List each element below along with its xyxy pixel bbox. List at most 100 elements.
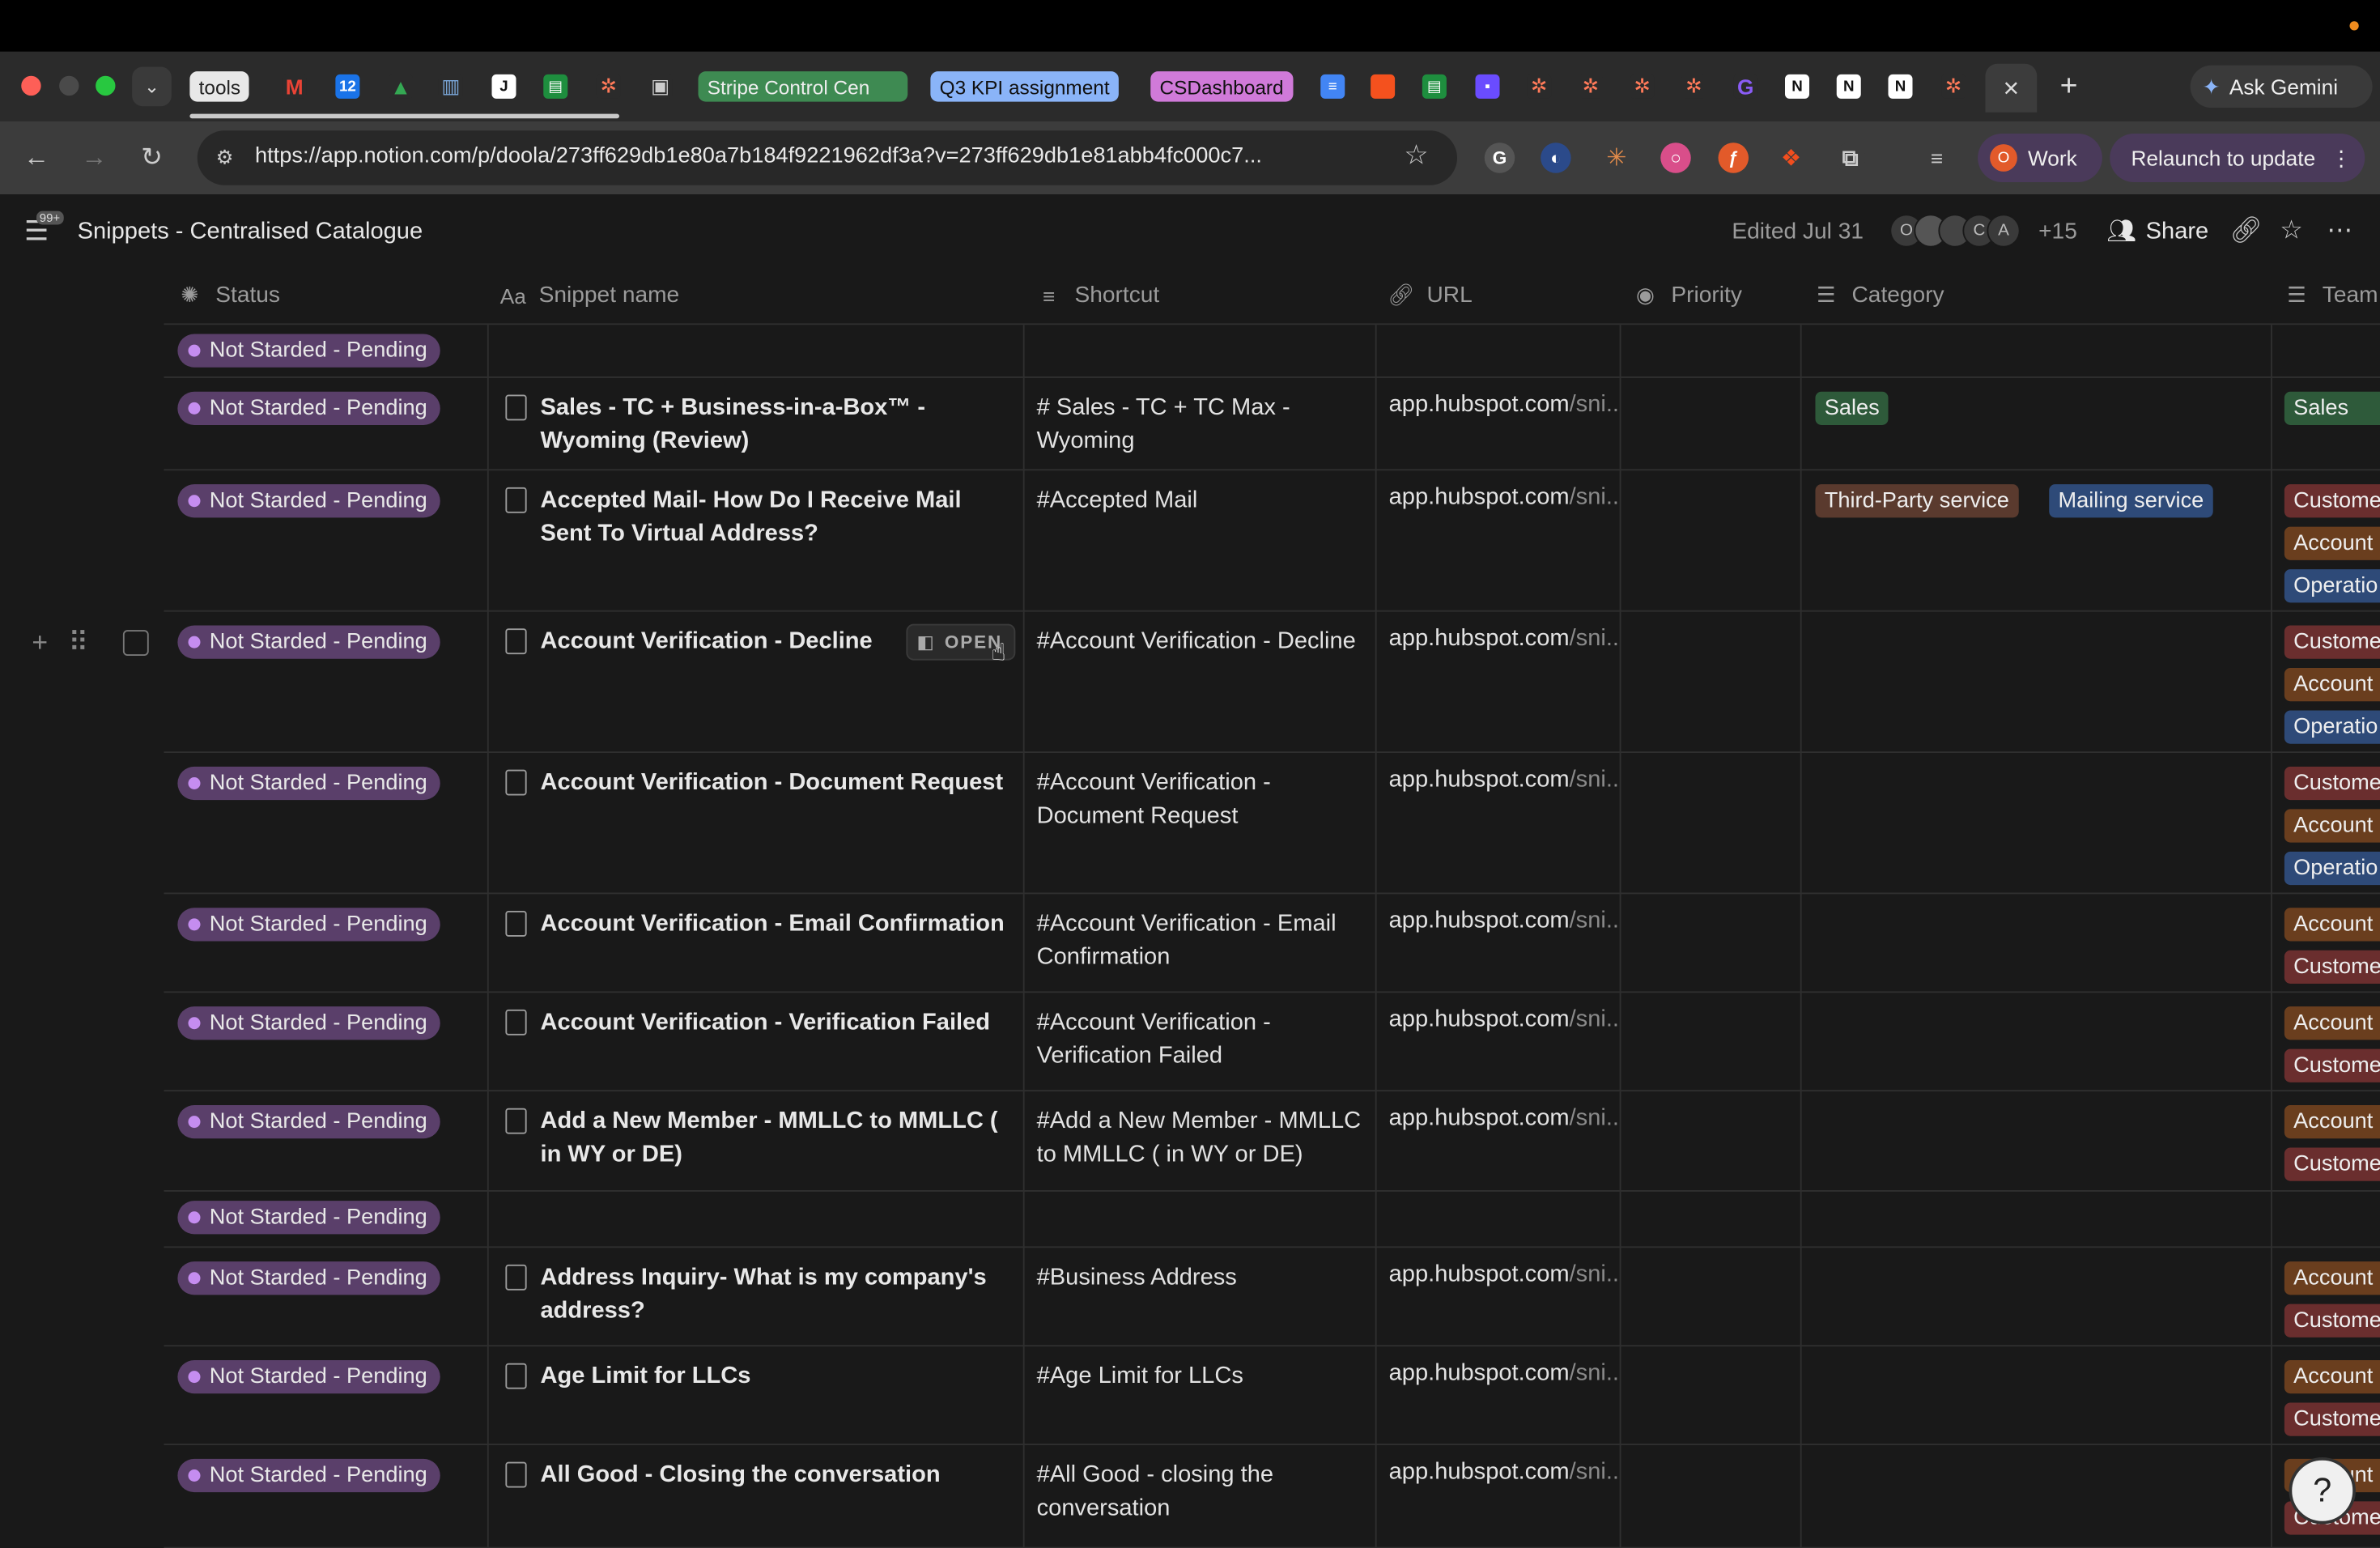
reading-list-icon[interactable]: ≡ bbox=[1921, 142, 1953, 173]
drag-handle-icon[interactable]: ⠿ bbox=[68, 627, 88, 658]
url-cell[interactable]: app.hubspot.com/sni.. bbox=[1389, 908, 1620, 935]
team-tag[interactable]: Operatio bbox=[2284, 710, 2380, 744]
team-tag[interactable]: Account bbox=[2284, 668, 2380, 702]
page-title[interactable]: Snippets - Centralised Catalogue bbox=[78, 219, 423, 246]
minimize-window-button[interactable] bbox=[59, 75, 79, 96]
status-tag[interactable]: Not Starded - Pending bbox=[177, 1458, 441, 1493]
more-collaborators-count[interactable]: +15 bbox=[2038, 219, 2077, 245]
bookmark-star-icon[interactable]: ☆ bbox=[1404, 140, 1428, 172]
table-row[interactable] bbox=[164, 325, 2380, 378]
shortcut-cell[interactable]: #Account Verification - Email Confirmati… bbox=[1037, 908, 1365, 975]
column-header-team[interactable]: ☰ Team bbox=[2283, 283, 2378, 308]
reload-button[interactable]: ↻ bbox=[134, 140, 170, 176]
team-tag[interactable]: Account bbox=[2284, 1105, 2380, 1139]
team-tag[interactable]: Operatio bbox=[2284, 569, 2380, 603]
favorite-star-icon[interactable]: ☆ bbox=[2280, 215, 2303, 246]
calendar-tab-icon[interactable]: 12 bbox=[335, 74, 360, 99]
notion-tab-icon[interactable]: N bbox=[1836, 74, 1861, 99]
site-info-icon[interactable]: ⚙ bbox=[210, 142, 240, 173]
slides-tab-icon[interactable] bbox=[1371, 74, 1396, 99]
status-tag[interactable]: Not Starded - Pending bbox=[177, 1006, 441, 1040]
shortcut-cell[interactable]: #All Good - closing the conversation bbox=[1037, 1459, 1365, 1526]
status-tag[interactable]: Not Starded - Pending bbox=[177, 766, 441, 801]
drive-tab-icon[interactable]: ▲ bbox=[389, 74, 413, 99]
url-cell[interactable]: app.hubspot.com/sni.. bbox=[1389, 484, 1620, 512]
gmail-tab-icon[interactable]: M bbox=[282, 74, 307, 99]
hubspot-tab-icon[interactable]: ✲ bbox=[1630, 74, 1655, 99]
tab-group-csdashboard[interactable]: CSDashboard bbox=[1150, 71, 1293, 102]
collaborator-avatars[interactable]: O C A bbox=[1889, 214, 2021, 248]
status-tag[interactable]: Not Starded - Pending bbox=[177, 391, 441, 425]
status-tag[interactable]: Not Starded - Pending bbox=[177, 1261, 441, 1295]
team-tag[interactable]: Custome bbox=[2284, 1303, 2380, 1337]
status-tag[interactable]: Not Starded - Pending bbox=[177, 484, 441, 518]
extension-grammarly-icon[interactable]: G bbox=[1484, 142, 1515, 173]
snippet-name[interactable]: Account Verification - Email Confirmatio… bbox=[541, 908, 1014, 941]
team-tag[interactable]: Custome bbox=[2284, 1048, 2380, 1082]
row-select-checkbox[interactable] bbox=[122, 630, 149, 656]
url-text[interactable]: https://app.notion.com/p/doola/273ff629d… bbox=[255, 144, 1386, 168]
snippet-name[interactable]: Account Verification - Verification Fail… bbox=[541, 1006, 1014, 1040]
relaunch-button[interactable]: Relaunch to update ⋮ bbox=[2110, 134, 2365, 182]
tab-search-button[interactable]: ⌄ bbox=[132, 66, 172, 107]
extension-claude-icon[interactable]: ✳ bbox=[1601, 142, 1632, 173]
hubspot-tab-icon[interactable]: ✲ bbox=[1527, 74, 1552, 99]
docs-tab-icon[interactable]: ≡ bbox=[1320, 74, 1345, 99]
column-header-url[interactable]: 🔗︎ URL bbox=[1388, 283, 1473, 308]
shortcut-cell[interactable]: #Account Verification - Decline bbox=[1037, 626, 1365, 659]
extension-icon[interactable]: ◐ bbox=[1541, 142, 1571, 173]
extension-figma-icon[interactable]: ❖ bbox=[1775, 142, 1807, 173]
snippet-name[interactable]: Account Verification - Document Request bbox=[541, 767, 1014, 800]
team-tag[interactable]: Custome bbox=[2284, 950, 2380, 984]
copy-link-icon[interactable]: 🔗︎ bbox=[2229, 215, 2262, 246]
column-header-status[interactable]: ✺ Status bbox=[176, 283, 280, 308]
url-cell[interactable]: app.hubspot.com/sni.. bbox=[1389, 392, 1620, 419]
column-header-snippet-name[interactable]: Aa Snippet name bbox=[499, 283, 680, 308]
shortcut-cell[interactable]: #Account Verification - Document Request bbox=[1037, 767, 1365, 834]
hubspot-tab-icon[interactable]: ✲ bbox=[596, 74, 621, 99]
tab-group-tools[interactable]: tools bbox=[189, 71, 250, 102]
new-tab-button[interactable]: + bbox=[2052, 68, 2085, 104]
analytics-tab-icon[interactable]: ▥ bbox=[438, 74, 463, 99]
status-tag[interactable]: Not Starded - Pending bbox=[177, 334, 441, 368]
tab-group-stripe[interactable]: Stripe Control Cen bbox=[698, 71, 908, 102]
snippet-name[interactable]: Age Limit for LLCs bbox=[541, 1360, 1014, 1393]
ask-gemini-button[interactable]: ✦ Ask Gemini bbox=[2190, 65, 2373, 108]
team-tag[interactable]: Operatio bbox=[2284, 851, 2380, 886]
shortcut-cell[interactable]: # Sales - TC + TC Max - Wyoming bbox=[1037, 392, 1365, 459]
table-row[interactable] bbox=[164, 1192, 2380, 1248]
team-tag[interactable]: Custome bbox=[2284, 766, 2380, 801]
notion-tab-icon[interactable]: N bbox=[1888, 74, 1913, 99]
url-cell[interactable]: app.hubspot.com/sni.. bbox=[1389, 1006, 1620, 1034]
clipboard-tab-icon[interactable]: ▣ bbox=[648, 74, 673, 99]
back-button[interactable]: ← bbox=[19, 140, 55, 176]
team-tag[interactable]: Account bbox=[2284, 809, 2380, 843]
extension-icon[interactable]: ƒ bbox=[1718, 142, 1749, 173]
sheets-tab-icon[interactable]: ▤ bbox=[1422, 74, 1447, 99]
maximize-window-button[interactable] bbox=[96, 75, 116, 96]
shortcut-cell[interactable]: #Business Address bbox=[1037, 1261, 1365, 1295]
jira-tab-icon[interactable]: J bbox=[491, 74, 516, 99]
url-cell[interactable]: app.hubspot.com/sni.. bbox=[1389, 1261, 1620, 1289]
forward-button[interactable]: → bbox=[76, 140, 113, 176]
team-tag[interactable]: Custome bbox=[2284, 1147, 2380, 1181]
status-tag[interactable]: Not Starded - Pending bbox=[177, 1105, 441, 1139]
team-tag[interactable]: Account bbox=[2284, 1006, 2380, 1040]
active-tab-close-button[interactable]: × bbox=[1985, 63, 2038, 113]
hubspot-tab-icon[interactable]: ✲ bbox=[1579, 74, 1603, 99]
category-tag[interactable]: Third-Party service bbox=[1815, 484, 2019, 518]
share-button[interactable]: 👥︎ Share bbox=[2107, 217, 2209, 246]
team-tag[interactable]: Custome bbox=[2284, 1402, 2380, 1436]
shortcut-cell[interactable]: #Add a New Member - MMLLC to MMLLC ( in … bbox=[1037, 1105, 1365, 1172]
status-tag[interactable]: Not Starded - Pending bbox=[177, 1360, 441, 1394]
team-tag[interactable]: Custome bbox=[2284, 484, 2380, 518]
help-button[interactable]: ? bbox=[2289, 1457, 2356, 1525]
snippet-name[interactable]: Sales - TC + Business-in-a-Box™ - Wyomin… bbox=[541, 392, 1014, 459]
hubspot-tab-icon[interactable]: ✲ bbox=[1941, 74, 1966, 99]
more-options-icon[interactable]: ⋯ bbox=[2327, 215, 2352, 246]
team-tag[interactable]: Account bbox=[2284, 1261, 2380, 1295]
grammarly-tab-icon[interactable]: G bbox=[1733, 74, 1758, 99]
url-cell[interactable]: app.hubspot.com/sni.. bbox=[1389, 626, 1620, 653]
profile-button[interactable]: O Work bbox=[1978, 134, 2102, 182]
url-cell[interactable]: app.hubspot.com/sni.. bbox=[1389, 767, 1620, 794]
